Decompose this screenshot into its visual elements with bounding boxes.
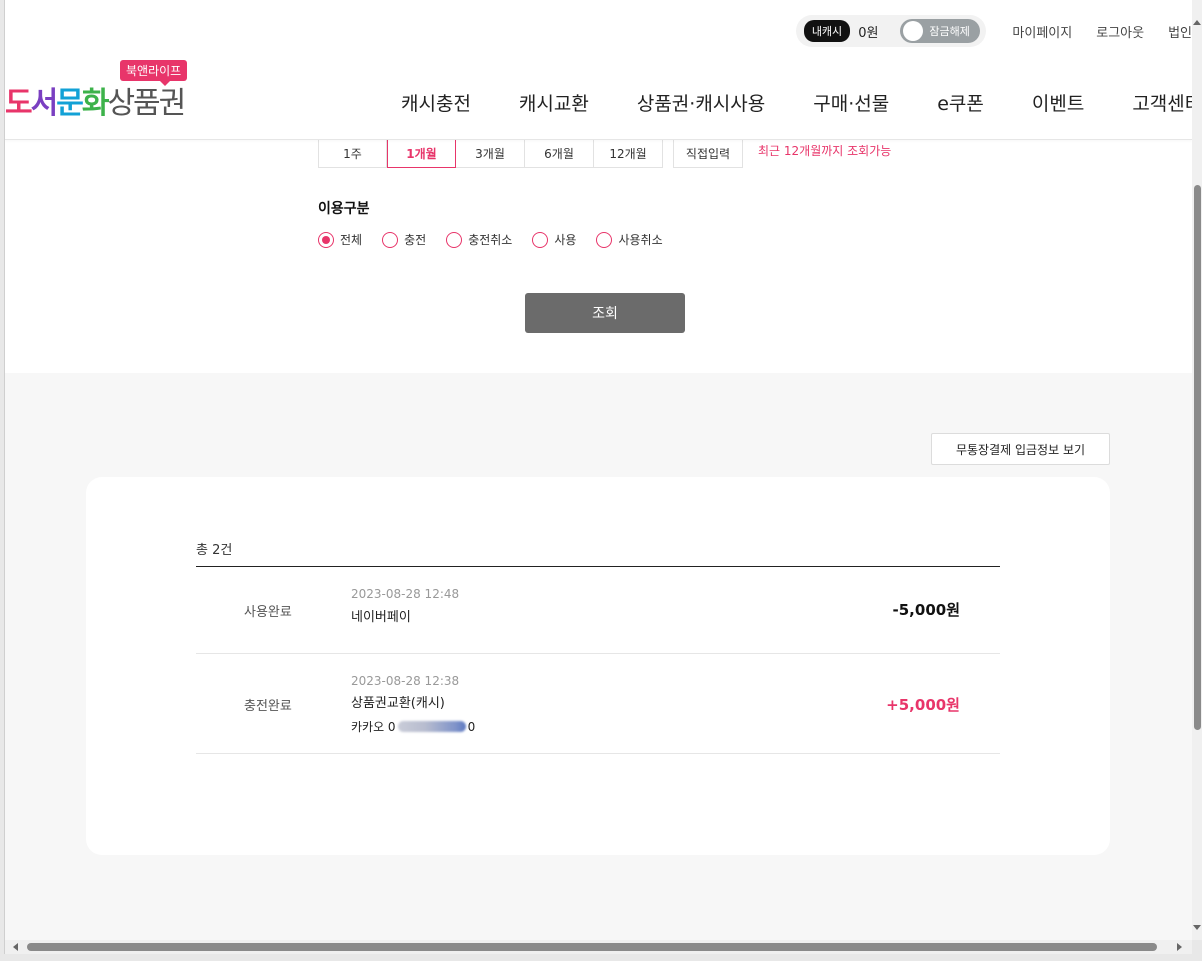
- radio-all[interactable]: 전체: [318, 231, 362, 248]
- search-filter: 1주 1개월 3개월 6개월 12개월 직접입력 최근 12개월까지 조회가능 …: [5, 130, 1192, 373]
- radio-button[interactable]: [596, 231, 613, 248]
- radio-charge[interactable]: 충전: [382, 231, 426, 248]
- radio-label: 전체: [340, 233, 363, 247]
- radio-charge-cancel[interactable]: 충전취소: [446, 231, 512, 248]
- scroll-up-icon[interactable]: [1193, 20, 1201, 25]
- search-button[interactable]: 조회: [525, 293, 685, 333]
- radio-label: 사용: [554, 233, 577, 247]
- row-status: 충전완료: [244, 699, 292, 714]
- account-suffix: 0: [467, 719, 476, 734]
- row-account: 카카오 0 0: [351, 718, 475, 735]
- nav-cash-charge[interactable]: 캐시충전: [401, 89, 471, 116]
- radio-label: 충전: [404, 233, 427, 247]
- lock-toggle-label: 잠금해제: [929, 25, 970, 38]
- row-title: 상품권교환(캐시): [351, 696, 445, 711]
- scrollbar-corner: [1192, 940, 1202, 954]
- bank-transfer-info-button[interactable]: 무통장결제 입금정보 보기: [931, 433, 1110, 465]
- radio-label: 사용취소: [618, 233, 663, 247]
- nav-ecoupon[interactable]: e쿠폰: [937, 89, 984, 116]
- radio-use[interactable]: 사용: [532, 231, 576, 248]
- mypage-link[interactable]: 마이페이지: [1012, 22, 1072, 41]
- scroll-right-icon[interactable]: [1177, 943, 1182, 951]
- row-datetime: 2023-08-28 12:38: [351, 674, 460, 688]
- radio-button[interactable]: [382, 231, 399, 248]
- nav-purchase-gift[interactable]: 구매·선물: [813, 89, 889, 116]
- horizontal-scrollbar[interactable]: [5, 940, 1192, 954]
- lock-toggle[interactable]: 잠금해제: [900, 19, 981, 43]
- toggle-knob: [903, 21, 924, 41]
- usage-type-radios: 전체 충전 충전취소 사용 사용취소: [318, 231, 683, 248]
- nav-event[interactable]: 이벤트: [1032, 89, 1084, 116]
- row-amount: -5,000원: [892, 601, 960, 619]
- nav-customer-center[interactable]: 고객센터: [1132, 89, 1192, 116]
- account-prefix: 카카오 0: [351, 720, 396, 734]
- site-logo[interactable]: 북앤라이프 도서문화상품권: [5, 60, 205, 121]
- main-nav: 캐시충전 캐시교환 상품권·캐시사용 구매·선물 e쿠폰 이벤트 고객센터: [401, 89, 1192, 116]
- nav-cash-exchange[interactable]: 캐시교환: [519, 89, 589, 116]
- scroll-left-icon[interactable]: [13, 943, 18, 951]
- horizontal-scroll-thumb[interactable]: [27, 943, 1157, 951]
- my-cash-tag: 내캐시: [803, 20, 851, 42]
- radio-button[interactable]: [446, 231, 463, 248]
- logo-wordmark: 도서문화상품권: [5, 86, 186, 121]
- usage-type-title: 이용구분: [318, 201, 370, 217]
- scroll-down-icon[interactable]: [1193, 925, 1201, 930]
- history-card: 총 2건 사용완료 2023-08-28 12:48 네이버페이 -5,000원…: [86, 477, 1110, 855]
- row-status: 사용완료: [244, 605, 292, 620]
- row-datetime: 2023-08-28 12:48: [351, 587, 460, 601]
- radio-button[interactable]: [532, 231, 549, 248]
- corporate-link[interactable]: 법인: [1168, 22, 1192, 41]
- row-title: 네이버페이: [351, 610, 411, 625]
- page-viewport: 내캐시 0원 잠금해제 마이페이지 로그아웃 법인 북앤라이프 도서문화상품권 …: [5, 0, 1192, 940]
- my-cash-amount: 0원: [858, 25, 879, 41]
- total-count: 총 2건: [196, 543, 233, 558]
- my-cash-widget: 내캐시 0원 잠금해제: [795, 15, 987, 47]
- radio-use-cancel[interactable]: 사용취소: [596, 231, 663, 248]
- logout-link[interactable]: 로그아웃: [1096, 22, 1144, 41]
- history-list: 사용완료 2023-08-28 12:48 네이버페이 -5,000원 충전완료…: [196, 566, 1000, 754]
- radio-selected-dot: [322, 235, 330, 244]
- radio-label: 충전취소: [468, 233, 513, 247]
- history-row: 충전완료 2023-08-28 12:38 상품권교환(캐시) 카카오 0 0 …: [196, 654, 1000, 754]
- site-header: 내캐시 0원 잠금해제 마이페이지 로그아웃 법인 북앤라이프 도서문화상품권 …: [5, 0, 1192, 140]
- window-frame-bottom: [0, 954, 1202, 961]
- vertical-scroll-thumb[interactable]: [1194, 185, 1201, 730]
- nav-giftcard-use[interactable]: 상품권·캐시사용: [637, 89, 765, 116]
- radio-button[interactable]: [318, 231, 334, 248]
- utility-bar: 내캐시 0원 잠금해제 마이페이지 로그아웃 법인: [795, 14, 1192, 48]
- masked-account-number: [397, 721, 466, 732]
- row-amount: +5,000원: [886, 696, 960, 714]
- vertical-scrollbar[interactable]: [1192, 0, 1202, 940]
- history-row: 사용완료 2023-08-28 12:48 네이버페이 -5,000원: [196, 567, 1000, 654]
